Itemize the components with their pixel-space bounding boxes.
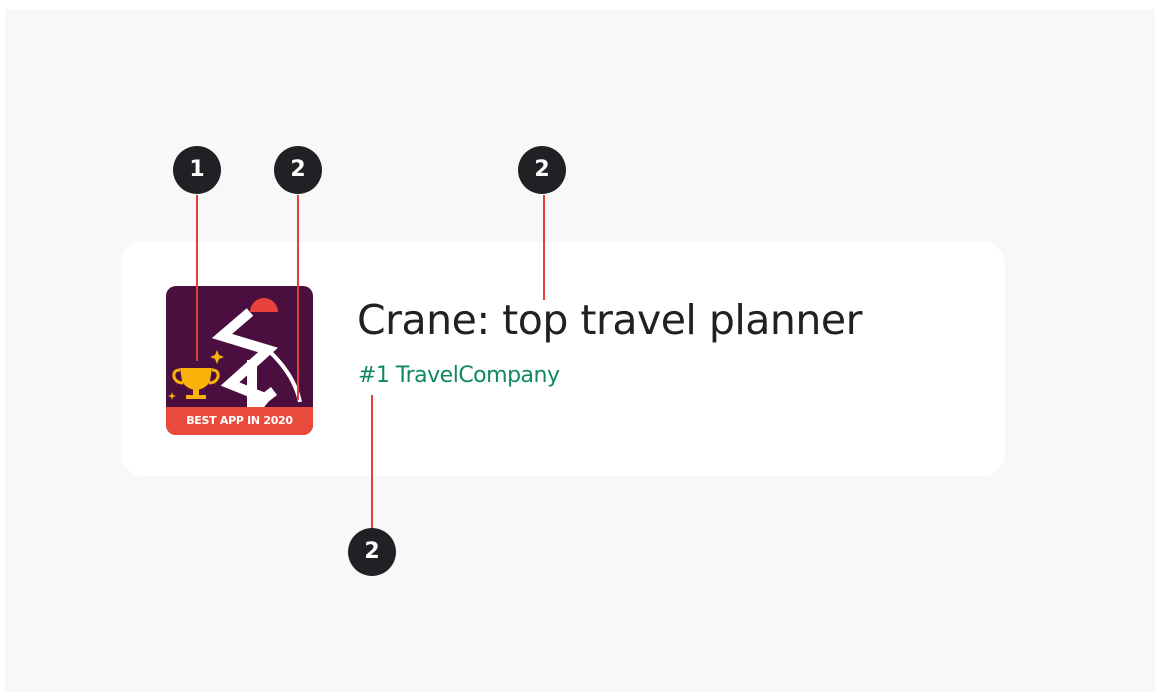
app-title: Crane: top travel planner	[357, 296, 862, 344]
callout-badge-1: 1	[173, 146, 221, 194]
app-developer-link[interactable]: #1 TravelCompany	[358, 360, 560, 392]
callout-line-2b	[543, 195, 545, 300]
icon-banner: BEST APP IN 2020	[166, 407, 313, 435]
callout-line-2a	[297, 195, 299, 400]
callout-badge-2-title: 2	[518, 146, 566, 194]
callout-badge-2-developer: 2	[348, 528, 396, 576]
app-icon[interactable]: BEST APP IN 2020	[166, 286, 313, 435]
callout-line-1	[196, 195, 198, 361]
callout-badge-2-icon: 2	[274, 146, 322, 194]
callout-line-2c	[371, 395, 373, 530]
